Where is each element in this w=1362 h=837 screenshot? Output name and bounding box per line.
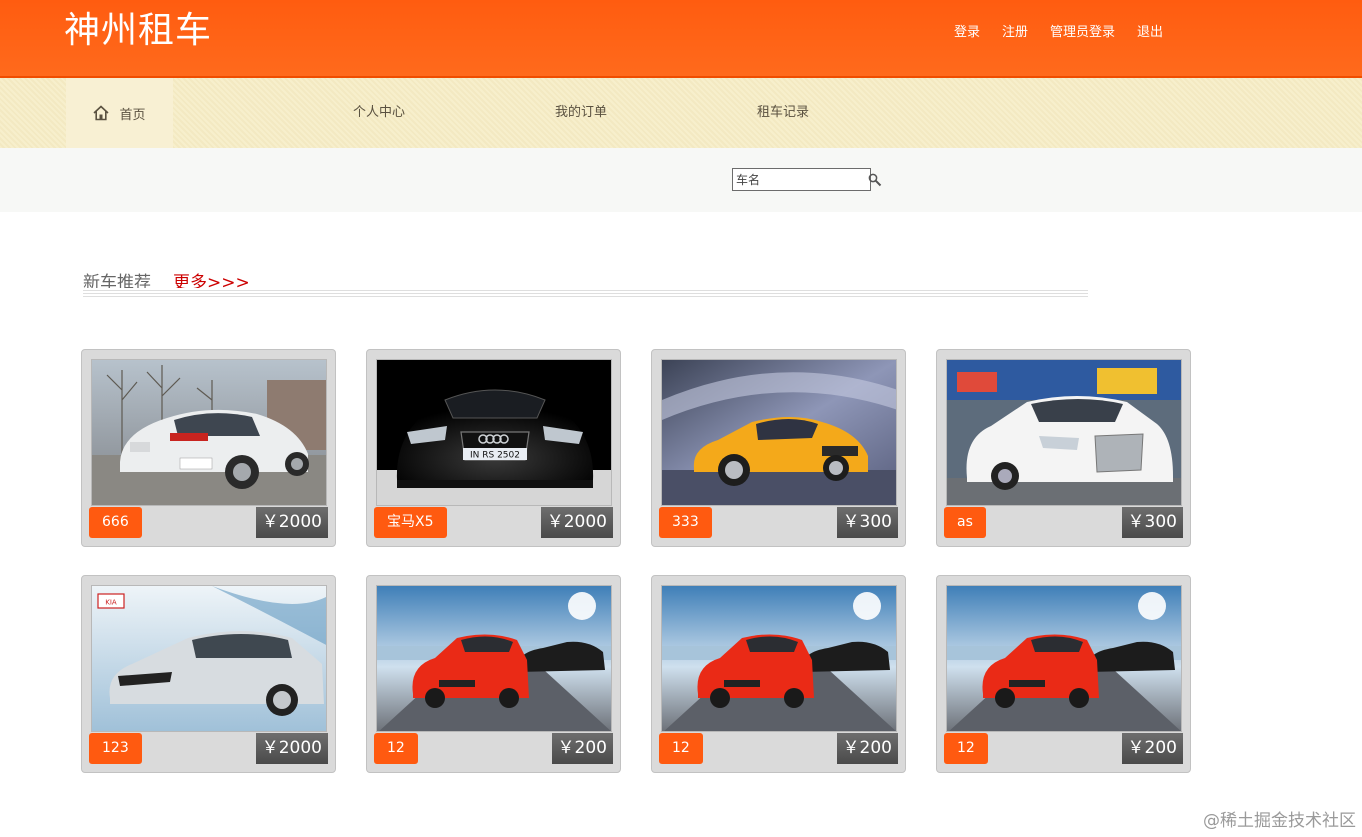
nav-item-profile[interactable]: 个人中心	[353, 78, 405, 148]
car-photo[interactable]: IN RS 2502	[376, 359, 612, 506]
car-photo[interactable]	[946, 585, 1182, 732]
nav-item-orders[interactable]: 我的订单	[555, 78, 607, 148]
car-card[interactable]: 333 ￥300	[651, 349, 906, 547]
car-photo[interactable]	[661, 585, 897, 732]
logout-link[interactable]: 退出	[1137, 24, 1163, 42]
car-name-tag: 666	[89, 507, 142, 538]
car-photo[interactable]	[376, 585, 612, 732]
car-name-tag: 123	[89, 733, 142, 764]
car-name-tag: 12	[374, 733, 418, 764]
car-card[interactable]: 12 ￥200	[366, 575, 621, 773]
car-name-tag: 333	[659, 507, 712, 538]
top-header: 神州租车 登录 注册 管理员登录 退出	[0, 0, 1362, 78]
nav-item-home[interactable]: 首页	[66, 78, 173, 148]
nav-item-rental-history[interactable]: 租车记录	[757, 78, 809, 148]
car-price-tag: ￥200	[1121, 733, 1183, 764]
admin-login-link[interactable]: 管理员登录	[1050, 24, 1115, 42]
svg-text:IN RS 2502: IN RS 2502	[470, 451, 520, 461]
search-bar	[0, 148, 1362, 212]
login-link[interactable]: 登录	[954, 24, 980, 42]
car-photo[interactable]: KIA	[91, 585, 327, 732]
car-price-tag: ￥300	[836, 507, 898, 538]
car-name-tag: 12	[944, 733, 988, 764]
watermark: @稀土掘金技术社区	[1203, 811, 1356, 831]
car-price-tag: ￥300	[1121, 507, 1183, 538]
car-card[interactable]: as ￥300	[936, 349, 1191, 547]
search-icon[interactable]	[868, 172, 882, 191]
car-name-tag: 12	[659, 733, 703, 764]
car-price-tag: ￥200	[836, 733, 898, 764]
car-price-tag: ￥2000	[255, 507, 328, 538]
car-price-tag: ￥200	[551, 733, 613, 764]
car-card[interactable]: 12 ￥200	[936, 575, 1191, 773]
section-divider	[83, 288, 1088, 298]
car-name-tag: as	[944, 507, 986, 538]
site-logo-title[interactable]: 神州租车	[64, 8, 212, 54]
car-photo[interactable]	[661, 359, 897, 506]
car-photo[interactable]	[946, 359, 1182, 506]
main-nav: 首页 个人中心 我的订单 租车记录	[0, 78, 1362, 148]
car-photo[interactable]	[91, 359, 327, 506]
account-links: 登录 注册 管理员登录 退出	[954, 24, 1163, 42]
svg-text:KIA: KIA	[105, 599, 117, 607]
register-link[interactable]: 注册	[1002, 24, 1028, 42]
car-name-tag: 宝马X5	[374, 507, 447, 538]
car-price-tag: ￥2000	[540, 507, 613, 538]
nav-home-label: 首页	[119, 107, 146, 123]
car-card[interactable]: 12 ￥200	[651, 575, 906, 773]
car-card[interactable]: IN RS 2502 宝马X5 ￥2000	[366, 349, 621, 547]
car-price-tag: ￥2000	[255, 733, 328, 764]
car-card[interactable]: 666 ￥2000	[81, 349, 336, 547]
home-icon	[93, 105, 110, 121]
car-name-search-input[interactable]	[732, 168, 871, 191]
car-card[interactable]: KIA 123 ￥2000	[81, 575, 336, 773]
